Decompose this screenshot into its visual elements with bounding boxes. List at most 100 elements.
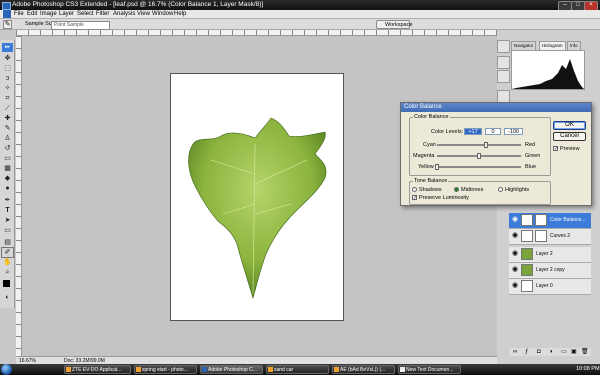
preview-checkbox[interactable]: ✓ bbox=[553, 146, 558, 152]
ok-button[interactable]: OK bbox=[553, 121, 586, 130]
color-balance-dialog: Color Balance Color Balance Color Levels… bbox=[400, 102, 592, 206]
pen-tool-icon[interactable]: ✒ bbox=[2, 196, 13, 205]
taskbar-item[interactable]: spring start - photo... bbox=[134, 365, 197, 374]
trash-icon[interactable]: 🗑 bbox=[581, 348, 589, 356]
yellow-blue-slider[interactable] bbox=[437, 166, 521, 168]
taskbar-item[interactable]: sand car bbox=[266, 365, 329, 374]
menu-edit[interactable]: Edit bbox=[27, 10, 37, 19]
visibility-eye-icon[interactable]: ◉ bbox=[511, 232, 519, 240]
cyan-red-slider-knob[interactable] bbox=[484, 142, 489, 148]
shape-tool-icon[interactable]: ▭ bbox=[2, 226, 13, 235]
clone-stamp-icon[interactable]: ♙ bbox=[2, 134, 13, 143]
yellow-label: Yellow bbox=[418, 164, 434, 170]
menu-image[interactable]: Image bbox=[40, 10, 57, 19]
clock[interactable]: 10:08 PM bbox=[576, 364, 600, 375]
document-canvas[interactable] bbox=[170, 73, 344, 321]
foreground-color-swatch[interactable] bbox=[3, 280, 10, 287]
toolbox-header[interactable]: ▸▸ bbox=[2, 43, 13, 52]
blur-tool-icon[interactable]: ◆ bbox=[2, 174, 13, 183]
eyedropper-icon[interactable]: ✎ bbox=[3, 20, 12, 29]
adjustment-layer-thumbnail bbox=[521, 214, 533, 226]
menu-file[interactable]: File bbox=[14, 10, 24, 19]
midtones-label: Midtones bbox=[461, 187, 484, 193]
menu-bar: File Edit Image Layer Select Filter Anal… bbox=[0, 10, 600, 19]
layer-mask-thumbnail[interactable] bbox=[535, 214, 547, 226]
layer-mask-thumbnail[interactable] bbox=[535, 230, 547, 242]
ps-menu-icon[interactable] bbox=[3, 10, 11, 18]
visibility-eye-icon[interactable]: ◉ bbox=[511, 266, 519, 274]
hand-tool-icon[interactable]: ✋ bbox=[2, 258, 13, 267]
menu-view[interactable]: View bbox=[137, 10, 150, 19]
dialog-title[interactable]: Color Balance bbox=[401, 103, 591, 112]
level-magenta-green-input[interactable]: 0 bbox=[485, 128, 501, 135]
taskbar-item[interactable]: ZTE EV-DO Applicat... bbox=[64, 365, 131, 374]
healing-brush-icon[interactable]: ✚ bbox=[2, 114, 13, 123]
quick-mask-icon[interactable]: ◐ bbox=[2, 293, 13, 302]
notes-tool-icon[interactable]: ▤ bbox=[2, 238, 13, 247]
taskbar-item[interactable]: New Text Documen... bbox=[398, 365, 461, 374]
taskbar-item-label: New Text Documen... bbox=[406, 367, 454, 373]
layer-style-icon[interactable]: ƒ bbox=[525, 348, 528, 356]
layer-row[interactable]: ◉ Layer 2 bbox=[509, 247, 591, 263]
visibility-eye-icon[interactable]: ◉ bbox=[511, 282, 519, 290]
start-button[interactable] bbox=[1, 364, 12, 375]
type-tool-icon[interactable]: T bbox=[2, 206, 13, 215]
menu-help[interactable]: Help bbox=[174, 10, 186, 19]
taskbar-item-label: AE (bAd BeVsL)) (... bbox=[340, 367, 386, 373]
link-layers-icon[interactable]: ∞ bbox=[513, 348, 517, 356]
sample-size-select[interactable]: Point Sample bbox=[51, 21, 110, 30]
actions-panel-icon[interactable] bbox=[497, 70, 510, 83]
app-icon bbox=[268, 367, 273, 372]
menu-window[interactable]: Window bbox=[152, 10, 173, 19]
slice-tool-icon[interactable]: ⟋ bbox=[2, 104, 13, 113]
highlights-radio[interactable] bbox=[498, 187, 503, 192]
taskbar-item[interactable]: Adobe Photoshop C... bbox=[200, 365, 263, 374]
visibility-eye-icon[interactable]: ◉ bbox=[511, 216, 519, 224]
magenta-green-slider-knob[interactable] bbox=[477, 153, 481, 159]
taskbar-item[interactable]: AE (bAd BeVsL)) (... bbox=[332, 365, 395, 374]
level-yellow-blue-input[interactable]: -100 bbox=[504, 128, 523, 135]
layer-row[interactable]: ◉ Layer 0 bbox=[509, 279, 591, 295]
zoom-tool-icon[interactable]: ⌕ bbox=[2, 268, 13, 277]
new-group-icon[interactable]: ▭ bbox=[561, 348, 567, 356]
panel-collapse-icon[interactable] bbox=[497, 40, 510, 53]
magic-wand-tool-icon[interactable]: ✧ bbox=[2, 84, 13, 93]
layer-row[interactable]: ◉ Layer 2 copy bbox=[509, 263, 591, 279]
brush-tool-icon[interactable]: ✎ bbox=[2, 124, 13, 133]
layer-row[interactable]: ◉ Curves 2 bbox=[509, 229, 591, 245]
layer-name: Layer 2 copy bbox=[536, 267, 565, 273]
menu-analysis[interactable]: Analysis bbox=[113, 10, 135, 19]
midtones-radio[interactable] bbox=[454, 187, 459, 192]
shadows-radio[interactable] bbox=[412, 187, 417, 192]
histogram-graph bbox=[512, 59, 584, 89]
workspace-button[interactable]: Workspace bbox=[376, 20, 412, 29]
layer-name: Curves 2 bbox=[550, 233, 571, 239]
green-label: Green bbox=[525, 153, 541, 159]
eraser-tool-icon[interactable]: ▭ bbox=[2, 154, 13, 163]
new-layer-icon[interactable]: ▣ bbox=[571, 348, 577, 356]
yellow-blue-slider-knob[interactable] bbox=[435, 164, 439, 170]
add-mask-icon[interactable]: ◘ bbox=[537, 348, 541, 356]
move-tool-icon[interactable]: ✥ bbox=[2, 54, 13, 63]
menu-filter[interactable]: Filter bbox=[96, 10, 109, 19]
visibility-eye-icon[interactable]: ◉ bbox=[511, 250, 519, 258]
gradient-tool-icon[interactable]: ▦ bbox=[2, 164, 13, 173]
marquee-tool-icon[interactable]: ⬚ bbox=[2, 64, 13, 73]
cancel-button[interactable]: Cancel bbox=[553, 132, 586, 141]
history-panel-icon[interactable] bbox=[497, 56, 510, 69]
dodge-tool-icon[interactable]: ● bbox=[2, 184, 13, 193]
menu-select[interactable]: Select bbox=[77, 10, 94, 19]
taskbar-item-label: Adobe Photoshop C... bbox=[208, 367, 257, 373]
leaf-image bbox=[188, 117, 327, 300]
level-cyan-red-input[interactable]: +17 bbox=[464, 128, 482, 135]
lasso-tool-icon[interactable]: ↄ bbox=[2, 74, 13, 83]
crop-tool-icon[interactable]: ⌗ bbox=[2, 94, 13, 103]
cyan-red-slider[interactable] bbox=[437, 144, 521, 146]
menu-layer[interactable]: Layer bbox=[59, 10, 74, 19]
history-brush-icon[interactable]: ↺ bbox=[2, 144, 13, 153]
layer-row[interactable]: ◉ Color Balance... bbox=[509, 213, 591, 229]
eyedropper-tool-icon[interactable]: ✐ bbox=[1, 247, 14, 258]
preserve-luminosity-checkbox[interactable]: ✓ bbox=[412, 195, 417, 201]
adjustment-layer-icon[interactable]: ◑ bbox=[549, 348, 553, 356]
path-selection-icon[interactable]: ➤ bbox=[2, 216, 13, 225]
